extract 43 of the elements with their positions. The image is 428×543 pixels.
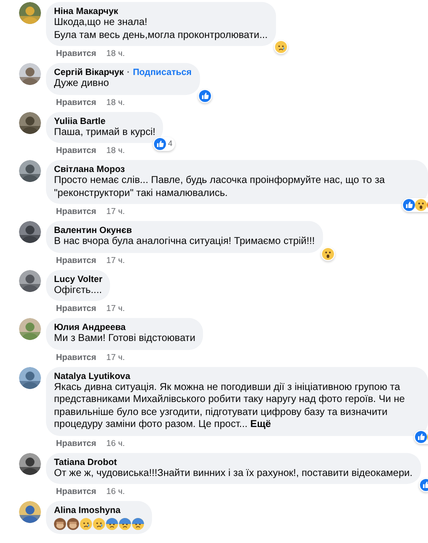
separator-dot: · <box>126 67 130 78</box>
comment-text: Паша, тримай в курсі! <box>54 126 156 139</box>
like-link[interactable]: Нравится <box>56 254 96 266</box>
comment-text: От же ж, чудовиська!!!Знайти винних і за їх рахунок!, поставити відеокамери. <box>54 468 413 480</box>
author-name[interactable]: Юлия Андреева <box>54 322 126 333</box>
author-name[interactable]: Ніна Макарчук <box>54 6 118 17</box>
comment-text: В нас вчора була аналогічна ситуація! Тримаємо стрій!!! <box>54 236 315 248</box>
comment-time: 16 ч. <box>106 438 125 448</box>
author-name[interactable]: Світлана Мороз <box>54 164 125 175</box>
comment-time: 17 ч. <box>106 254 125 266</box>
author-name[interactable]: Валентин Окунєв <box>54 225 132 236</box>
comment-time: 17 ч. <box>106 206 125 217</box>
author-name[interactable]: Natalya Lyutikova <box>54 370 130 382</box>
comment-text: Якась дивна ситуація. Як можна не погодивши дії з ініціативною групою та представниками Михайлівського робити таку наругу над фото героїв. Чи не правильніше було все узгодити, підготувати цифрову базу та визначити процедуру заміни фото разом. Це прост... Ещё <box>54 382 406 432</box>
comment-time: 16 ч. <box>106 486 125 497</box>
comment-text: Просто немає слів... Павле, будь ласочка проінформуйте нас, що то за "реконструктори" такі намалювались. <box>54 175 386 200</box>
comment-text: Шкода,що не знала! <box>54 17 148 30</box>
see-more-link[interactable]: Ещё <box>250 419 271 430</box>
comment-text: Дуже дивно <box>54 78 110 90</box>
comment-time: 18 ч. <box>106 48 125 59</box>
like-link[interactable]: Нравится <box>56 486 96 497</box>
comment-text: Офігєть.... <box>54 284 102 297</box>
author-name[interactable]: Alina Imoshyna <box>54 505 121 516</box>
like-link[interactable]: Нравится <box>56 206 96 217</box>
like-link[interactable]: Нравится <box>56 352 96 362</box>
comment-text: Ми з Вами! Готові відстоювати <box>54 333 196 346</box>
like-link[interactable]: Нравится <box>56 145 96 156</box>
like-link[interactable]: Нравится <box>56 48 96 59</box>
follow-link[interactable]: Подписаться <box>132 67 192 78</box>
comment-time: 17 ч. <box>106 352 125 362</box>
like-link[interactable]: Нравится <box>56 96 96 108</box>
author-name[interactable]: Tatiana Drobot <box>54 456 117 468</box>
author-name[interactable]: Yuliia Bartle <box>54 116 106 126</box>
author-name[interactable]: Сергій Вікарчук <box>54 67 124 78</box>
like-link[interactable]: Нравится <box>56 438 96 448</box>
comment-time: 18 ч. <box>106 96 125 108</box>
reaction-count: 4 <box>167 138 174 150</box>
comment-time: 17 ч. <box>106 303 125 314</box>
comment-text: Була там весь день,могла проконтролювати... <box>54 30 268 42</box>
reactions-badge[interactable]: 4 <box>153 137 176 151</box>
comment-time: 18 ч. <box>106 145 125 156</box>
author-name[interactable]: Lucy Volter <box>54 274 102 284</box>
like-link[interactable]: Нравится <box>56 303 96 314</box>
